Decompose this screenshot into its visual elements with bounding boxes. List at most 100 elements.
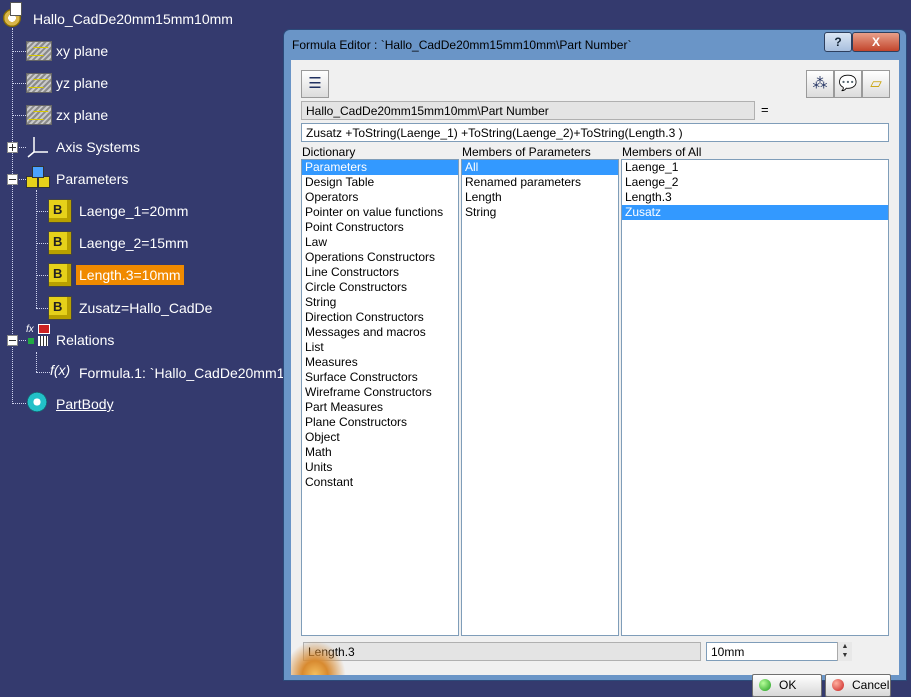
dictionary-item[interactable]: Operations Constructors [302, 250, 458, 265]
dictionary-item[interactable]: Part Measures [302, 400, 458, 415]
dictionary-item[interactable]: Measures [302, 355, 458, 370]
eraser-icon: ▱ [870, 75, 882, 92]
equals-sign: = [761, 102, 769, 117]
dictionary-item[interactable]: Parameters [302, 160, 458, 175]
import-formula-button[interactable]: ☰ [301, 70, 329, 98]
dictionary-item[interactable]: Surface Constructors [302, 370, 458, 385]
formula-icon: f(x) [50, 362, 71, 378]
dictionary-item[interactable]: Pointer on value functions [302, 205, 458, 220]
dictionary-item[interactable]: Math [302, 445, 458, 460]
dictionary-item[interactable]: Messages and macros [302, 325, 458, 340]
members-of-all-item[interactable]: Length.3 [622, 190, 888, 205]
expand-icon[interactable] [7, 142, 18, 153]
tree-item-length-3[interactable]: Length.3=10mm [76, 265, 184, 285]
formula-input[interactable]: Zusatz +ToString(Laenge_1) +ToString(Lae… [301, 123, 889, 142]
members-of-all-list[interactable]: Laenge_1 Laenge_2 Length.3 Zusatz [621, 159, 889, 636]
tree-item-parameters[interactable]: Parameters [56, 170, 128, 188]
dictionary-item[interactable]: Object [302, 430, 458, 445]
collapse-icon[interactable] [7, 174, 18, 185]
tree-item-laenge-2[interactable]: Laenge_2=15mm [79, 234, 188, 252]
dictionary-item[interactable]: Units [302, 460, 458, 475]
tree-item-laenge-1[interactable]: Laenge_1=20mm [79, 202, 188, 220]
dictionary-item[interactable]: Direction Constructors [302, 310, 458, 325]
selected-member-field: Length.3 [303, 642, 701, 661]
members-of-all-item[interactable]: Laenge_1 [622, 160, 888, 175]
dictionary-item[interactable]: Circle Constructors [302, 280, 458, 295]
tree-item-relations[interactable]: Relations [56, 331, 114, 349]
tree-item-partbody[interactable]: PartBody [56, 395, 114, 413]
tree-connector [36, 190, 37, 308]
members-of-parameters-item[interactable]: Length [462, 190, 618, 205]
cancel-icon [832, 679, 844, 691]
partbody-icon [27, 392, 47, 412]
cancel-label: Cancel [852, 678, 890, 692]
spin-up-icon[interactable]: ▲ [838, 642, 852, 651]
erase-button[interactable]: ▱ [862, 70, 890, 98]
members-of-parameters-item[interactable]: All [462, 160, 618, 175]
dictionary-item[interactable]: Operators [302, 190, 458, 205]
dictionary-list[interactable]: Parameters Design Table Operators Pointer o… [301, 159, 459, 636]
dictionary-item[interactable]: Wireframe Constructors [302, 385, 458, 400]
dialog-titlebar[interactable]: Formula Editor : `Hallo_CadDe20mm15mm10m… [284, 30, 906, 60]
ok-icon [759, 679, 771, 691]
speech-bubble-icon: 💬 [838, 75, 858, 92]
members-of-parameters-item[interactable]: String [462, 205, 618, 220]
spin-down-icon[interactable]: ▼ [838, 651, 852, 660]
tree-connector [12, 403, 26, 404]
dictionary-item[interactable]: List [302, 340, 458, 355]
specification-tree: Hallo_CadDe20mm15mm10mm xy plane yz plan… [0, 0, 300, 685]
dictionary-item[interactable]: Constant [302, 475, 458, 490]
relations-icon: fx [26, 324, 50, 348]
tree-item-zusatz[interactable]: Zusatz=Hallo_CadDe [79, 299, 212, 317]
members-of-parameters-item[interactable]: Renamed parameters [462, 175, 618, 190]
ok-button[interactable]: OK [752, 674, 822, 697]
dialog-title: Formula Editor : `Hallo_CadDe20mm15mm10m… [292, 38, 632, 52]
dictionary-item[interactable]: Design Table [302, 175, 458, 190]
members-of-all-label: Members of All [622, 145, 702, 159]
parameter-icon [48, 231, 72, 255]
tree-item-axis-systems[interactable]: Axis Systems [56, 138, 140, 156]
collapse-icon[interactable] [7, 335, 18, 346]
graph-button[interactable]: ⁂ [806, 70, 834, 98]
dialog-client-area: ☰ ⁂ 💬 ▱ Hallo_CadDe20mm15mm10mm\Part Num… [291, 60, 899, 697]
cancel-button[interactable]: Cancel [825, 674, 891, 697]
dictionary-item[interactable]: Point Constructors [302, 220, 458, 235]
formula-editor-dialog: Formula Editor : `Hallo_CadDe20mm15mm10m… [284, 30, 906, 697]
tree-connector [36, 308, 48, 309]
value-input[interactable]: 10mm [706, 642, 852, 661]
members-of-parameters-label: Members of Parameters [462, 145, 591, 159]
members-of-all-item[interactable]: Laenge_2 [622, 175, 888, 190]
parameter-icon [48, 199, 72, 223]
ok-label: OK [779, 678, 797, 692]
tree-item-xy-plane[interactable]: xy plane [56, 42, 108, 60]
tree-connector [12, 83, 26, 84]
members-of-all-item[interactable]: Zusatz [622, 205, 888, 220]
tree-item-formula-1[interactable]: Formula.1: `Hallo_CadDe20mm15 [79, 364, 292, 382]
tree-connector [36, 243, 48, 244]
value-spinner[interactable]: ▲ ▼ [837, 642, 852, 661]
comment-button[interactable]: 💬 [834, 70, 862, 98]
tree-connector [36, 211, 48, 212]
axis-system-icon [27, 137, 48, 158]
help-button[interactable]: ? [824, 32, 852, 52]
tree-connector [12, 51, 26, 52]
tree-connector [12, 28, 13, 404]
plane-icon [26, 105, 52, 125]
tree-item-zx-plane[interactable]: zx plane [56, 106, 108, 124]
graph-icon: ⁂ [812, 75, 828, 92]
tree-connector [12, 115, 26, 116]
document-icon [10, 2, 22, 16]
dictionary-item[interactable]: String [302, 295, 458, 310]
parameter-icon [48, 263, 72, 287]
dictionary-item[interactable]: Law [302, 235, 458, 250]
tree-connector [36, 372, 50, 373]
close-button[interactable]: X [852, 32, 900, 52]
tree-item-yz-plane[interactable]: yz plane [56, 74, 108, 92]
dictionary-item[interactable]: Line Constructors [302, 265, 458, 280]
parameters-icon [26, 166, 50, 190]
tree-connector [36, 352, 37, 372]
tree-root-label[interactable]: Hallo_CadDe20mm15mm10mm [33, 10, 233, 28]
dictionary-item[interactable]: Plane Constructors [302, 415, 458, 430]
list-import-icon: ☰ [308, 75, 322, 92]
members-of-parameters-list[interactable]: All Renamed parameters Length String [461, 159, 619, 636]
